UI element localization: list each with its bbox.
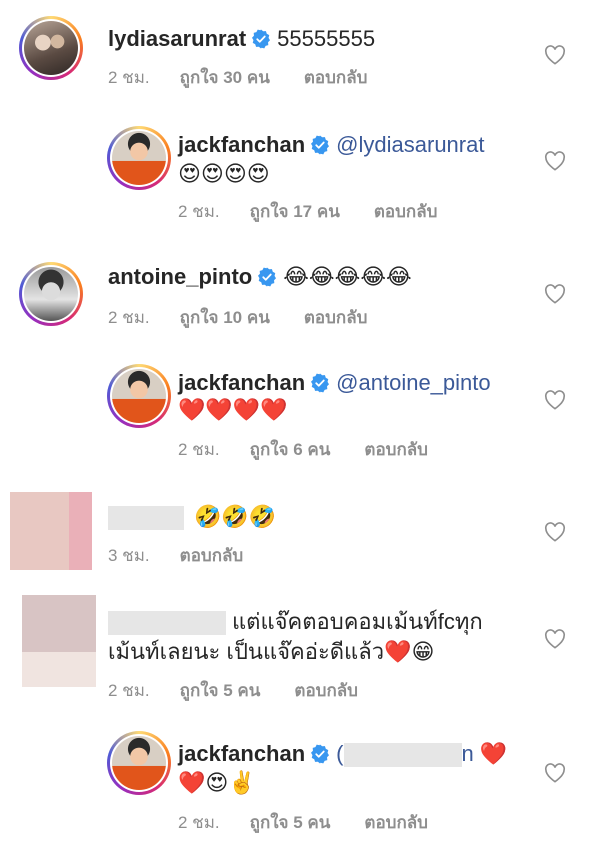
comment-lydiasarunrat: lydiasarunrat 55555555 2 ชม. ถูกใจ 30 คน ตอ… xyxy=(0,0,600,110)
reply-button[interactable]: ตอบกลับ xyxy=(374,198,438,225)
likes-count[interactable]: ถูกใจ 5 คน xyxy=(180,677,261,704)
comment-text: 😍😍😍😍 xyxy=(178,162,270,187)
reply-button[interactable]: ตอบกลับ xyxy=(304,304,368,331)
heart-outline-icon[interactable] xyxy=(544,151,566,171)
avatar[interactable] xyxy=(19,16,83,80)
likes-count[interactable]: ถูกใจ 5 คน xyxy=(250,809,331,836)
username[interactable]: jackfanchan xyxy=(178,370,305,395)
comment-time: 2 ชม. xyxy=(108,68,150,87)
username[interactable]: antoine_pinto xyxy=(108,264,252,289)
avatar-redacted xyxy=(10,492,92,570)
comment-text: 😂😂😂😂😂 xyxy=(283,265,412,290)
comment-time: 2 ชม. xyxy=(108,308,150,327)
mention-prefix[interactable]: ( xyxy=(336,741,343,766)
comment-time: 2 ชม. xyxy=(178,813,220,832)
username-redacted xyxy=(108,506,184,531)
mention-link[interactable]: @lydiasarunrat xyxy=(336,132,484,157)
comment-text-line2: เม้นท์เลยนะ เป็นแจ๊คอ่ะดีแล้ว❤️😁 xyxy=(108,639,435,664)
username[interactable]: jackfanchan xyxy=(178,741,305,766)
mention-redacted xyxy=(343,743,462,768)
comment-text: ❤️ xyxy=(479,742,508,767)
comment-text-line2: ❤️😍✌️ xyxy=(178,771,256,796)
heart-outline-icon[interactable] xyxy=(544,45,566,65)
avatar[interactable] xyxy=(107,126,171,190)
mention-suffix[interactable]: n xyxy=(462,741,474,766)
username-redacted xyxy=(108,611,226,636)
heart-outline-icon[interactable] xyxy=(544,629,566,649)
reply-button[interactable]: ตอบกลับ xyxy=(364,809,428,836)
comment-time: 3 ชม. xyxy=(108,546,150,565)
reply-button[interactable]: ตอบกลับ xyxy=(180,542,244,569)
comment-jackfanchan-reply-2: jackfanchan @antoine_pinto ❤️❤️❤️❤️ 2 ชม.… xyxy=(0,350,600,480)
heart-outline-icon[interactable] xyxy=(544,522,566,542)
verified-badge-icon xyxy=(257,267,277,287)
heart-outline-icon[interactable] xyxy=(544,763,566,783)
verified-badge-icon xyxy=(251,29,271,49)
avatar[interactable] xyxy=(107,364,171,428)
reply-button[interactable]: ตอบกลับ xyxy=(294,677,358,704)
reply-button[interactable]: ตอบกลับ xyxy=(304,64,368,91)
comment-time: 2 ชม. xyxy=(178,440,220,459)
avatar-redacted xyxy=(22,595,96,687)
comment-antoine-pinto: antoine_pinto 😂😂😂😂😂 2 ชม. ถูกใจ 10 คน ตอบกล… xyxy=(0,250,600,350)
comment-text-line1: แต่แจ๊คตอบคอมเม้นท์fcทุก xyxy=(232,609,483,634)
heart-outline-icon[interactable] xyxy=(544,390,566,410)
avatar[interactable] xyxy=(107,731,171,795)
likes-count[interactable]: ถูกใจ 6 คน xyxy=(250,436,331,463)
username[interactable]: lydiasarunrat xyxy=(108,26,246,51)
comment-text: ❤️❤️❤️❤️ xyxy=(178,398,288,423)
comment-text: 🤣🤣🤣 xyxy=(194,505,277,530)
username[interactable]: jackfanchan xyxy=(178,132,305,157)
reply-button[interactable]: ตอบกลับ xyxy=(364,436,428,463)
comment-text: 55555555 xyxy=(277,26,376,51)
comment-time: 2 ชม. xyxy=(108,681,150,700)
comment-jackfanchan-reply-3: jackfanchan ( n ❤️ ❤️😍✌️ 2 ชม. ถูกใจ 5 คน ตอบ… xyxy=(0,715,600,867)
comment-redacted-2: แต่แจ๊คตอบคอมเม้นท์fcทุก เม้นท์เลยนะ เป็… xyxy=(0,585,600,715)
likes-count[interactable]: ถูกใจ 10 คน xyxy=(180,304,270,331)
verified-badge-icon xyxy=(310,744,330,764)
comment-time: 2 ชม. xyxy=(178,202,220,221)
comment-redacted-1: 🤣🤣🤣 3 ชม. ตอบกลับ xyxy=(0,480,600,585)
avatar[interactable] xyxy=(19,262,83,326)
likes-count[interactable]: ถูกใจ 30 คน xyxy=(180,64,270,91)
mention-link[interactable]: @antoine_pinto xyxy=(336,370,490,395)
verified-badge-icon xyxy=(310,373,330,393)
verified-badge-icon xyxy=(310,135,330,155)
comment-jackfanchan-reply-1: jackfanchan @lydiasarunrat 😍😍😍😍 2 ชม. ถูกใ… xyxy=(0,110,600,250)
likes-count[interactable]: ถูกใจ 17 คน xyxy=(250,198,340,225)
heart-outline-icon[interactable] xyxy=(544,284,566,304)
